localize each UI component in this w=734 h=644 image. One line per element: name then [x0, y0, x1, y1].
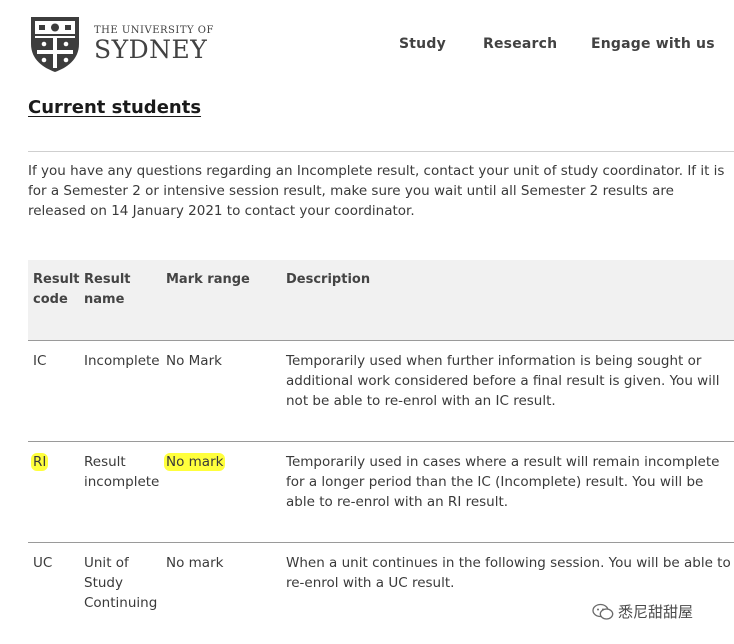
results-table: Result code Result name Mark range Descr… [28, 260, 734, 633]
cell-code: UC [33, 555, 53, 571]
table-row: IC Incomplete No Mark Temporarily used w… [28, 341, 734, 442]
cell-range: No Mark [166, 353, 222, 369]
header-description: Description [286, 272, 371, 287]
highlighted-range: No mark [164, 453, 226, 471]
header-result-code: Result code [33, 272, 80, 307]
watermark-text: 悉尼甜甜屋 [618, 603, 694, 621]
cell-name: Incomplete [84, 353, 160, 369]
cell-code: RI [31, 452, 81, 472]
cell-description: When a unit continues in the following s… [286, 555, 731, 591]
watermark: 悉尼甜甜屋 [592, 601, 693, 622]
intro-paragraph: If you have any questions regarding an I… [28, 163, 725, 219]
logo-big-text: SYDNEY [94, 35, 208, 64]
cell-description: Temporarily used when further informatio… [286, 353, 720, 409]
university-crest-icon [31, 17, 79, 72]
site-header: THE UNIVERSITY OF SYDNEY Study Research … [0, 0, 734, 88]
header-result-name: Result name [84, 272, 131, 307]
divider [28, 151, 734, 152]
table-row: RI Result incomplete No mark Temporarily… [28, 442, 734, 543]
university-logo[interactable]: THE UNIVERSITY OF SYDNEY [28, 14, 214, 74]
cell-name: Result incomplete [84, 454, 160, 490]
nav-engage-with-us[interactable]: Engage with us [591, 36, 715, 52]
highlighted-code: RI [31, 453, 49, 471]
cell-range: No mark [166, 555, 224, 571]
table-header-row: Result code Result name Mark range Descr… [28, 260, 734, 341]
cell-range: No mark [164, 452, 284, 472]
cell-description: Temporarily used in cases where a result… [286, 454, 720, 510]
header-mark-range: Mark range [166, 272, 250, 287]
nav-study[interactable]: Study [399, 36, 446, 52]
wechat-icon [592, 603, 614, 620]
logo-wordmark: THE UNIVERSITY OF SYDNEY [94, 25, 214, 63]
cell-code: IC [33, 353, 47, 369]
nav-research[interactable]: Research [483, 36, 557, 52]
cell-name: Unit of Study Continuing [84, 555, 158, 611]
section-title-link[interactable]: Current students [28, 97, 201, 118]
